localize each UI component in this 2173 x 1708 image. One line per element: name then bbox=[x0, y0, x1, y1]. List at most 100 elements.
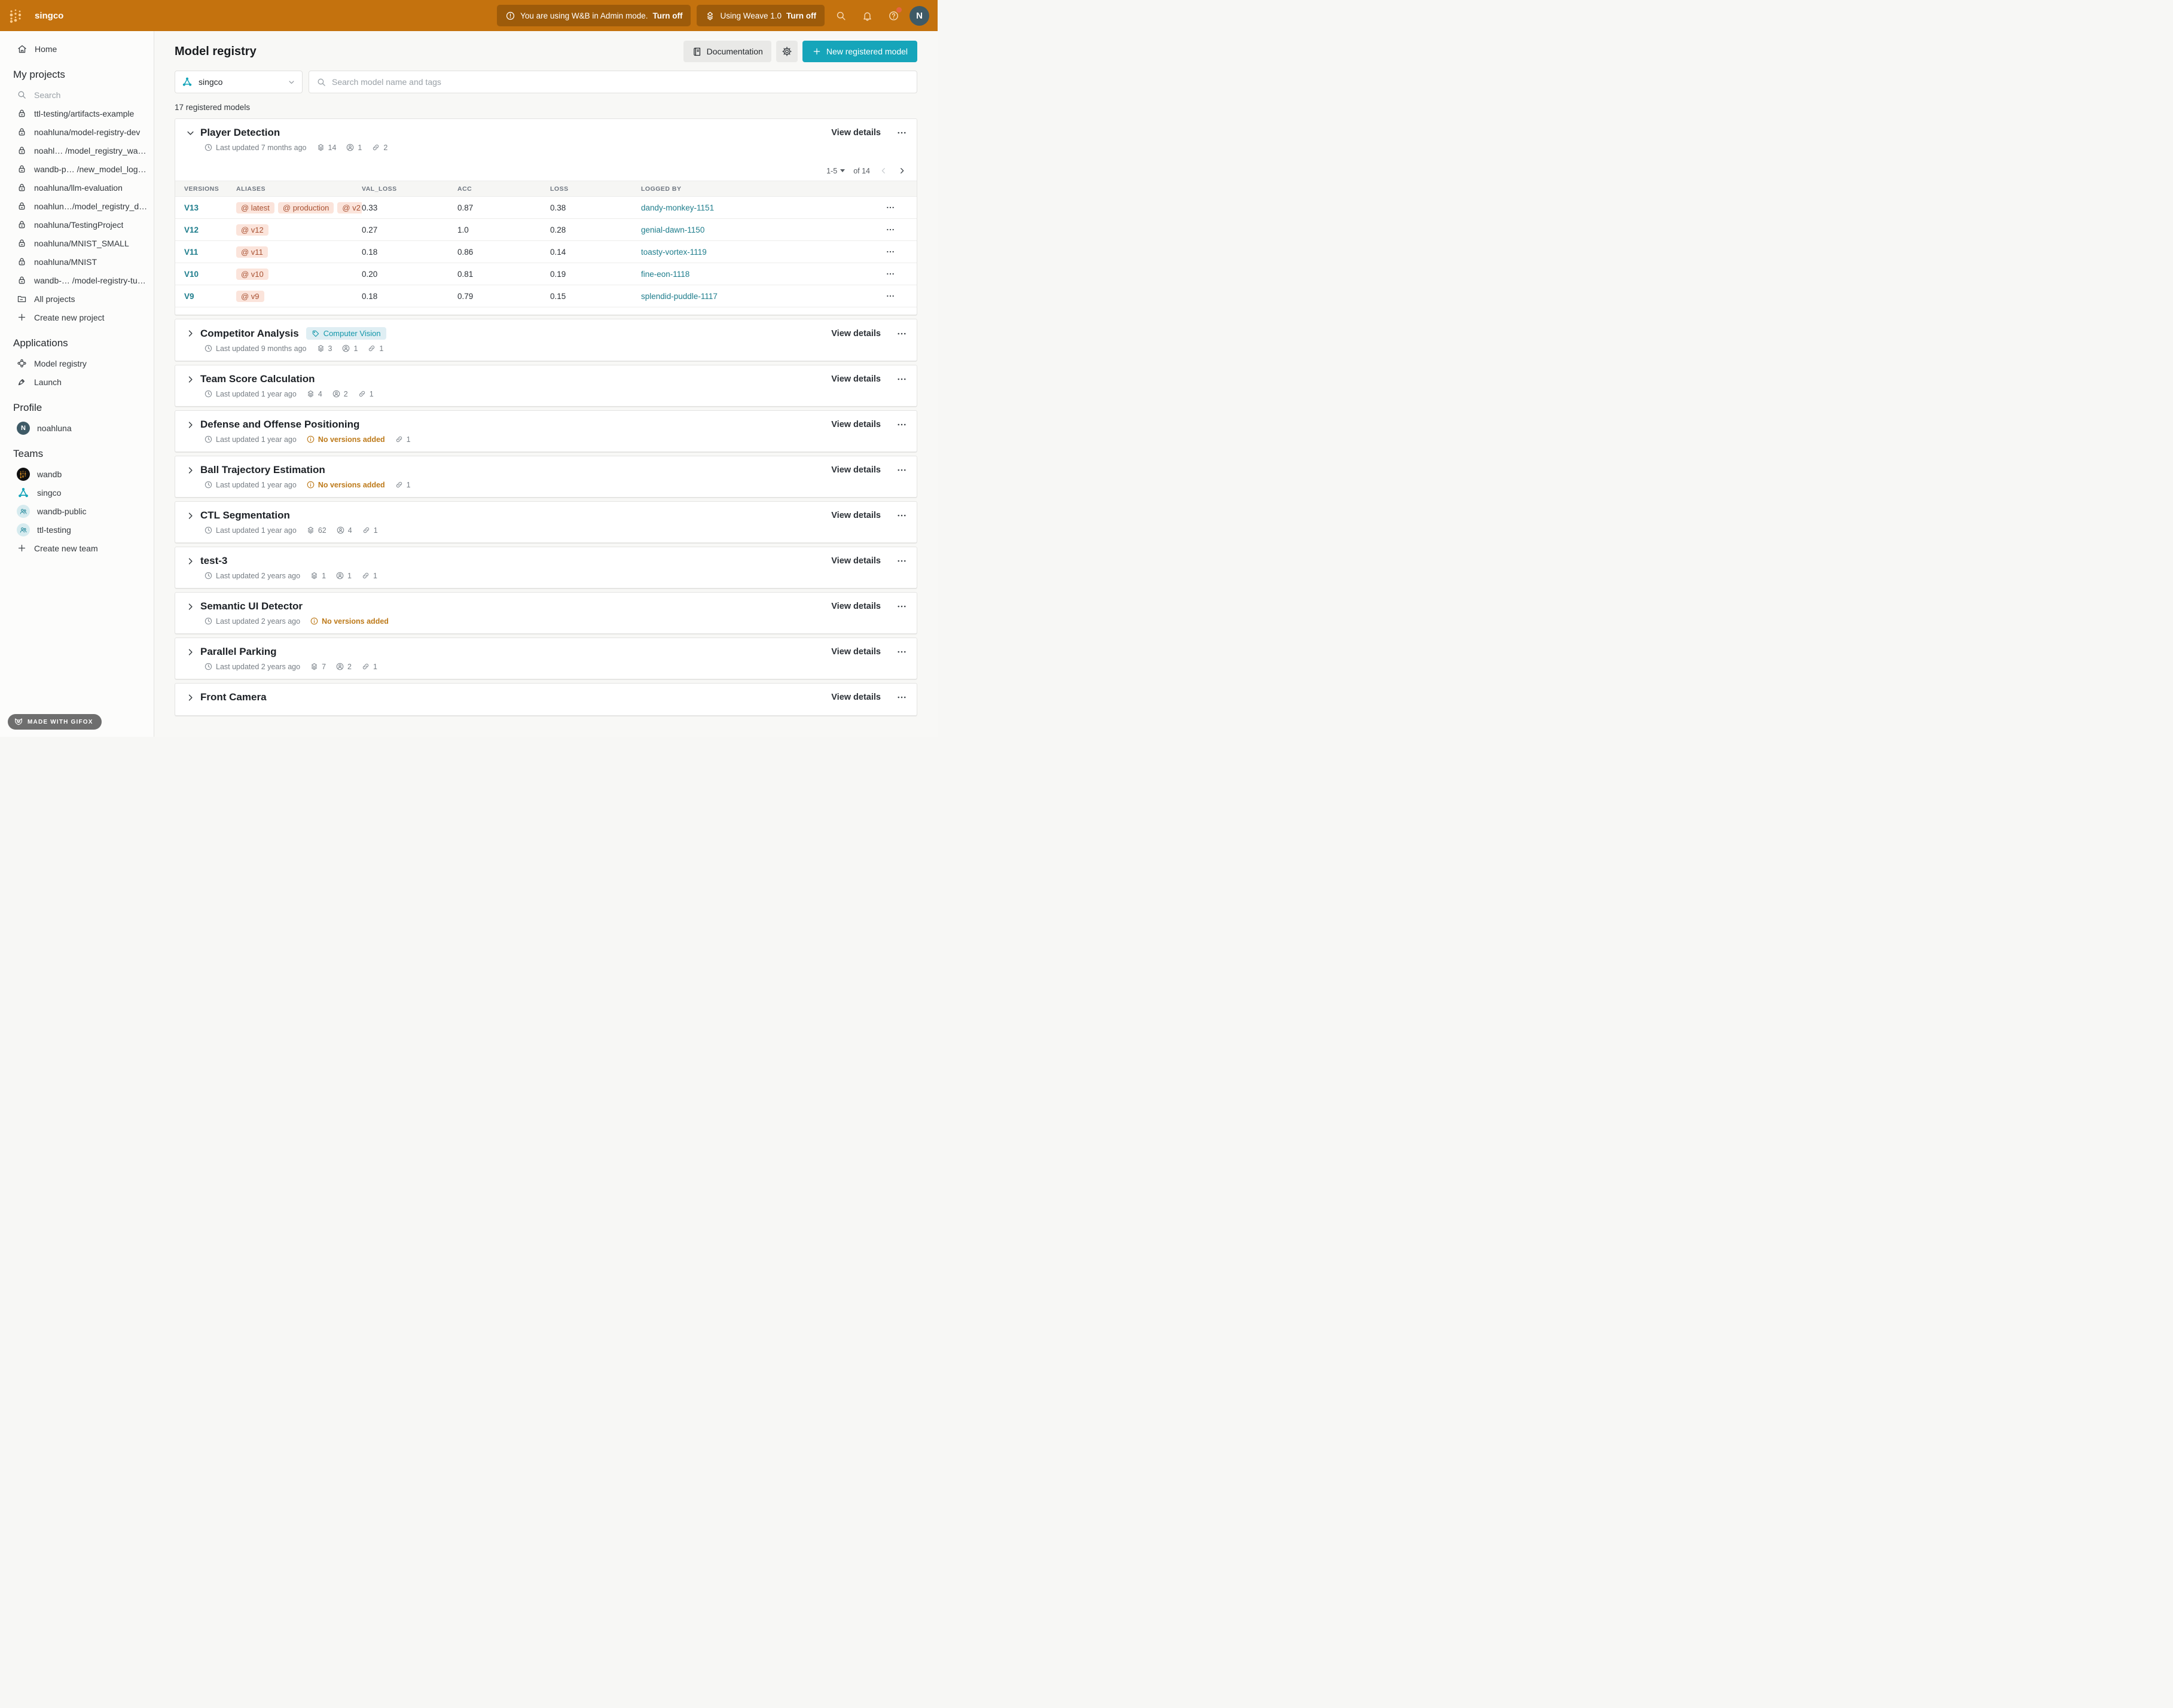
acc-value: 0.86 bbox=[457, 241, 550, 263]
notifications-button[interactable] bbox=[857, 5, 877, 26]
overflow-menu-button[interactable] bbox=[896, 419, 907, 430]
sidebar-search[interactable] bbox=[0, 86, 154, 104]
view-details-link[interactable]: View details bbox=[831, 329, 881, 338]
sidebar-item-profile[interactable]: Nnoahluna bbox=[0, 419, 154, 437]
expand-chevron[interactable] bbox=[185, 328, 197, 339]
model-title[interactable]: Parallel Parking bbox=[200, 646, 277, 658]
sidebar-project-item[interactable]: noahluna/llm-evaluation bbox=[0, 178, 154, 197]
acc-value: 0.81 bbox=[457, 263, 550, 285]
run-link[interactable]: splendid-puddle-1117 bbox=[641, 292, 718, 301]
run-link[interactable]: dandy-monkey-1151 bbox=[641, 203, 714, 212]
view-details-link[interactable]: View details bbox=[831, 556, 881, 566]
version-link[interactable]: V13 bbox=[184, 203, 199, 212]
help-button[interactable] bbox=[883, 5, 904, 26]
overflow-menu-button[interactable] bbox=[896, 510, 907, 521]
overflow-menu-button[interactable] bbox=[896, 374, 907, 385]
row-menu-button[interactable] bbox=[886, 203, 917, 212]
overflow-menu-button[interactable] bbox=[896, 328, 907, 339]
model-title[interactable]: Defense and Offense Positioning bbox=[200, 419, 359, 431]
version-link[interactable]: V9 bbox=[184, 292, 194, 301]
sidebar-item-home[interactable]: Home bbox=[0, 39, 154, 58]
documentation-button[interactable]: Documentation bbox=[683, 41, 771, 62]
row-menu-button[interactable] bbox=[886, 269, 917, 279]
expand-chevron[interactable] bbox=[185, 510, 197, 521]
version-link[interactable]: V12 bbox=[184, 225, 199, 234]
sidebar-project-item[interactable]: noahlun…/model_registry_d… bbox=[0, 197, 154, 215]
sidebar-item-create-project[interactable]: Create new project bbox=[0, 308, 154, 327]
sidebar-team-ttl-testing[interactable]: ttl-testing bbox=[0, 520, 154, 539]
view-details-link[interactable]: View details bbox=[831, 693, 881, 702]
model-title[interactable]: test-3 bbox=[200, 555, 227, 567]
version-link[interactable]: V10 bbox=[184, 270, 199, 279]
settings-button[interactable] bbox=[776, 41, 798, 62]
run-link[interactable]: genial-dawn-1150 bbox=[641, 225, 704, 234]
sidebar-project-item[interactable]: noahluna/TestingProject bbox=[0, 215, 154, 234]
version-link[interactable]: V11 bbox=[184, 248, 198, 257]
admin-turn-off-link[interactable]: Turn off bbox=[652, 11, 682, 20]
expand-chevron[interactable] bbox=[185, 556, 197, 567]
model-search-input[interactable] bbox=[332, 77, 910, 87]
model-title[interactable]: Semantic UI Detector bbox=[200, 600, 303, 612]
model-title[interactable]: Player Detection bbox=[200, 127, 280, 139]
next-page-button[interactable] bbox=[897, 166, 907, 176]
book-icon bbox=[692, 47, 702, 57]
expand-chevron[interactable] bbox=[185, 646, 197, 658]
model-title[interactable]: Competitor Analysis bbox=[200, 328, 299, 340]
row-menu-button[interactable] bbox=[886, 225, 917, 234]
model-card-ctl-segmentation: CTL Segmentation View details Last updat… bbox=[175, 501, 917, 543]
expand-chevron[interactable] bbox=[185, 692, 197, 703]
model-title[interactable]: Ball Trajectory Estimation bbox=[200, 464, 325, 476]
view-details-link[interactable]: View details bbox=[831, 128, 881, 138]
overflow-menu-button[interactable] bbox=[896, 465, 907, 475]
sidebar-item-launch[interactable]: Launch bbox=[0, 373, 154, 391]
view-details-link[interactable]: View details bbox=[831, 602, 881, 611]
expand-chevron[interactable] bbox=[185, 465, 197, 476]
sidebar-item-model-registry[interactable]: Model registry bbox=[0, 354, 154, 373]
model-title[interactable]: Front Camera bbox=[200, 691, 267, 703]
row-menu-button[interactable] bbox=[886, 291, 917, 301]
sidebar-project-item[interactable]: noahluna/MNIST bbox=[0, 252, 154, 271]
clock-icon bbox=[204, 480, 213, 489]
new-registered-model-button[interactable]: New registered model bbox=[802, 41, 917, 62]
sidebar-search-input[interactable] bbox=[34, 90, 124, 100]
overflow-menu-button[interactable] bbox=[896, 127, 907, 138]
overflow-menu-button[interactable] bbox=[896, 646, 907, 657]
row-menu-button[interactable] bbox=[886, 247, 917, 257]
prev-page-button[interactable] bbox=[878, 166, 889, 176]
search-button[interactable] bbox=[831, 5, 851, 26]
view-details-link[interactable]: View details bbox=[831, 511, 881, 520]
model-title[interactable]: CTL Segmentation bbox=[200, 510, 290, 521]
collapse-chevron[interactable] bbox=[185, 127, 197, 139]
expand-chevron[interactable] bbox=[185, 601, 197, 612]
sidebar-item-create-team[interactable]: Create new team bbox=[0, 539, 154, 557]
sidebar-project-item[interactable]: ttl-testing/artifacts-example bbox=[0, 104, 154, 123]
run-link[interactable]: fine-eon-1118 bbox=[641, 270, 689, 279]
overflow-menu-button[interactable] bbox=[896, 601, 907, 612]
model-title[interactable]: Team Score Calculation bbox=[200, 373, 315, 385]
sidebar-team-singco[interactable]: singco bbox=[0, 483, 154, 502]
sidebar-project-item[interactable]: wandb-p… /new_model_logg… bbox=[0, 160, 154, 178]
view-details-link[interactable]: View details bbox=[831, 465, 881, 475]
sidebar-project-item[interactable]: noahluna/model-registry-dev bbox=[0, 123, 154, 141]
sidebar-team-wandb-public[interactable]: wandb-public bbox=[0, 502, 154, 520]
sidebar-project-item[interactable]: wandb-… /model-registry-tut… bbox=[0, 271, 154, 289]
user-avatar[interactable]: N bbox=[910, 6, 929, 26]
entity-select-dropdown[interactable]: singco bbox=[175, 71, 303, 93]
view-details-link[interactable]: View details bbox=[831, 420, 881, 429]
run-link[interactable]: toasty-vortex-1119 bbox=[641, 248, 707, 257]
page-size-dropdown[interactable]: 1-5 bbox=[826, 167, 845, 175]
sidebar-project-item[interactable]: noahl… /model_registry_wal… bbox=[0, 141, 154, 160]
sidebar-project-item[interactable]: noahluna/MNIST_SMALL bbox=[0, 234, 154, 252]
wandb-logo[interactable]: singco bbox=[8, 8, 63, 23]
sidebar-item-all-projects[interactable]: All projects bbox=[0, 289, 154, 308]
weave-turn-off-link[interactable]: Turn off bbox=[786, 11, 816, 20]
sidebar-team-wandb[interactable]: wandb bbox=[0, 465, 154, 483]
view-details-link[interactable]: View details bbox=[831, 374, 881, 384]
expand-chevron[interactable] bbox=[185, 419, 197, 431]
overflow-menu-button[interactable] bbox=[896, 556, 907, 566]
overflow-menu-button[interactable] bbox=[896, 692, 907, 703]
layers-icon bbox=[306, 389, 315, 398]
view-details-link[interactable]: View details bbox=[831, 647, 881, 657]
tag-chip-computer-vision[interactable]: Computer Vision bbox=[306, 327, 386, 340]
expand-chevron[interactable] bbox=[185, 374, 197, 385]
